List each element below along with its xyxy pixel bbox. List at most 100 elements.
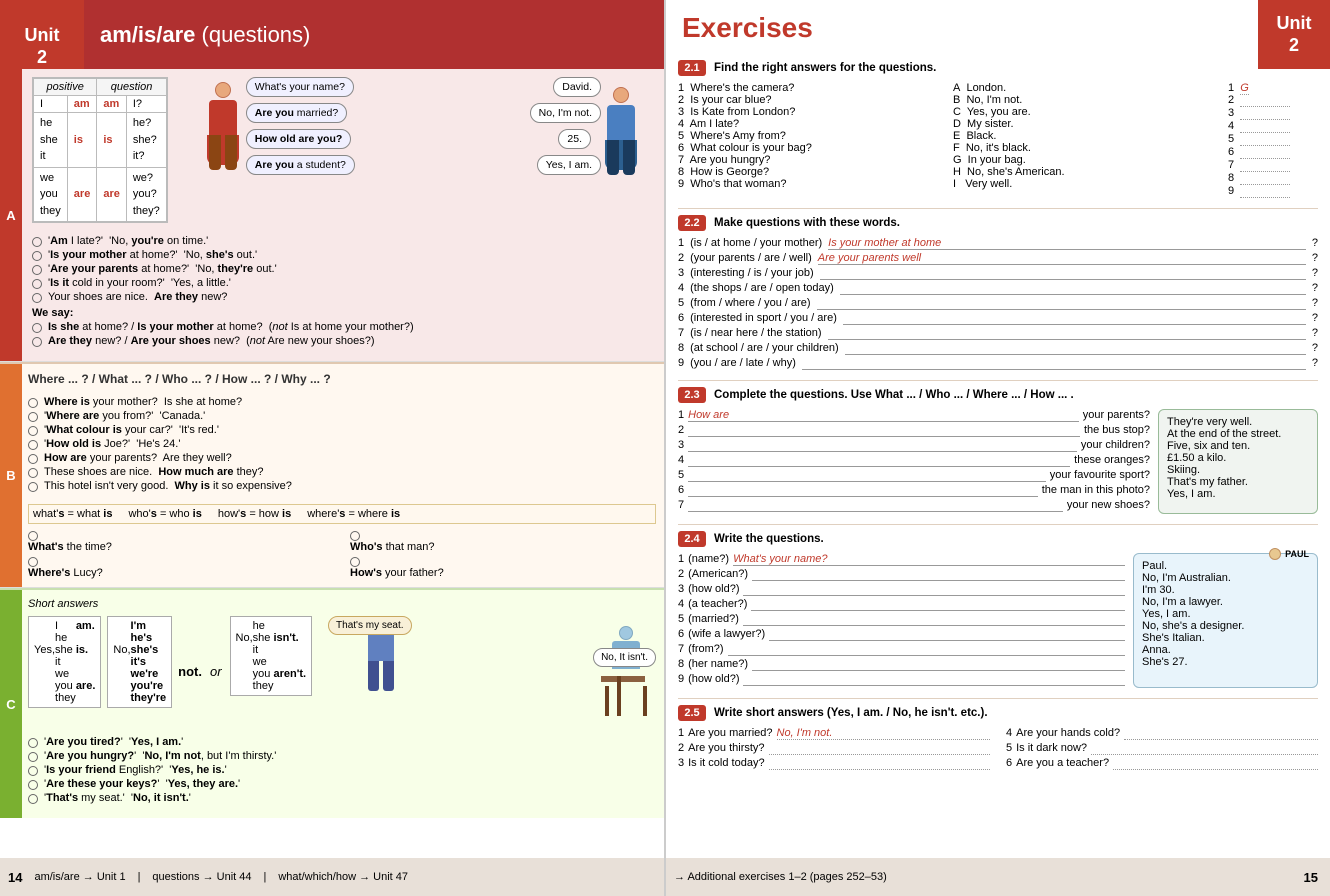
c-bullet-3: [28, 766, 38, 776]
paul-response: Anna.: [1142, 644, 1309, 656]
bubble-25: 25.: [558, 129, 591, 149]
fill-item: 6: [1228, 146, 1318, 159]
ex-2-4-instruction: Write the questions.: [714, 533, 824, 545]
ex-num-2-4: 2.4: [678, 531, 706, 547]
no-table-1: I'm he's No,she's it's we're you're they…: [107, 616, 172, 708]
response: £1.50 a kilo.: [1167, 452, 1309, 464]
b-note-2: 'Where are you from?' 'Canada.': [28, 410, 656, 422]
ex-2-3-item-3: 3 your children?: [678, 439, 1150, 452]
b-bullet-3: [28, 426, 38, 436]
section-a-wesay-2: Are they new? / Are your shoes new? (not…: [32, 335, 656, 347]
verb-are: are: [67, 167, 97, 222]
ex-2-5-item-3: 3 Is it cold today?: [678, 757, 990, 770]
unit-badge-right: Unit 2: [1258, 0, 1330, 69]
ex-2-4-content: 1 (name?) What's your name? 2 (American?…: [678, 553, 1318, 688]
ex-2-1-questions: 1 Where's the camera? 2 Is your car blue…: [678, 82, 945, 198]
bubble-how-old: How old are you?: [246, 129, 352, 149]
paul-response: No, I'm a lawyer.: [1142, 596, 1309, 608]
response: Yes, I am.: [1167, 488, 1309, 500]
exercise-2-1: 2.1 Find the right answers for the quest…: [678, 60, 1318, 198]
ex-2-2-items: 1 (is / at home / your mother) Is your m…: [678, 237, 1318, 370]
ex-2-4-paul-box: PAUL Paul. No, I'm Australian. I'm 30. N…: [1133, 553, 1318, 688]
ex-2-2-item-4: 4 (the shops / are / open today) ?: [678, 282, 1318, 295]
right-page: Exercises Unit 2 2.1 Find the right answ…: [666, 0, 1330, 896]
q-item: 8 How is George?: [678, 166, 945, 178]
q-item: 1 Where's the camera?: [678, 82, 945, 94]
exercises-content: 2.1 Find the right answers for the quest…: [678, 60, 1318, 858]
ex-2-2-item-8: 8 (at school / are / your children) ?: [678, 342, 1318, 355]
positive-header: positive: [34, 79, 97, 96]
bottom-bar-left: 14 am/is/are → Unit 1 | questions → Unit…: [0, 858, 664, 896]
paul-response: No, I'm Australian.: [1142, 572, 1309, 584]
ex-2-4-item-7: 7 (from?): [678, 643, 1125, 656]
bullet-5: [32, 293, 42, 303]
c-note-4: 'Are these your keys?' 'Yes, they are.': [28, 778, 656, 790]
no-table-2: he No,sheisn't. it we youaren't. they: [230, 616, 313, 696]
ex-2-5-item-2: 2 Are you thirsty?: [678, 742, 990, 755]
ex-2-4-item-9: 9 (how old?): [678, 673, 1125, 686]
bubble-yes-iam: Yes, I am.: [537, 155, 601, 175]
fill-item: 2: [1228, 94, 1318, 107]
b-bullet-4: [28, 440, 38, 450]
or-label: or: [210, 664, 222, 679]
exercises-title: Exercises: [682, 12, 813, 44]
seat-bubble-1: That's my seat.: [328, 616, 412, 635]
ex-2-4-item-5: 5 (married?): [678, 613, 1125, 626]
additional-exercises: → Additional exercises 1–2 (pages 252–53…: [674, 871, 887, 883]
b-bullet-6: [28, 468, 38, 478]
c-bullet-1: [28, 738, 38, 748]
q-verb-am: am: [97, 96, 127, 113]
b-note-5: How are your parents? Are they well?: [28, 452, 656, 464]
b-cbullet-4: [350, 557, 360, 567]
unit-label-right: Unit: [1277, 13, 1312, 35]
bubble-no-im-not: No, I'm not.: [530, 103, 601, 123]
ex-2-1-fill: 1 G 2 3 4 5 6 7 8 9: [1228, 82, 1318, 198]
b-note-1: Where is your mother? Is she at home?: [28, 396, 656, 408]
bottom-link-1: am/is/are → Unit 1: [34, 871, 125, 883]
c-bullet-2: [28, 752, 38, 762]
section-a-label: A: [0, 69, 22, 361]
exercise-2-3: 2.3 Complete the questions. Use What ...…: [678, 380, 1318, 514]
q-item: 6 What colour is your bag?: [678, 142, 945, 154]
q-verb-are: are: [97, 167, 127, 222]
content-area: A positive question I: [0, 69, 664, 856]
b-bullet-7: [28, 482, 38, 492]
ex-2-4-item-1: 1 (name?) What's your name?: [678, 553, 1125, 566]
verb-am: am: [67, 96, 97, 113]
response: At the end of the street.: [1167, 428, 1309, 440]
short-answers-header: Short answers: [28, 598, 656, 610]
a-item: H No, she's American.: [953, 166, 1220, 178]
not-label: not.: [178, 664, 202, 679]
page-number-right: 15: [1304, 870, 1318, 885]
b-bullet-5: [28, 454, 38, 464]
b-contr-4: How's your father?: [350, 555, 656, 579]
ex-2-4-item-6: 6 (wife a lawyer?): [678, 628, 1125, 641]
a-item: A London.: [953, 82, 1220, 94]
ex-2-2-item-5: 5 (from / where / you / are) ?: [678, 297, 1318, 310]
fill-item: 3: [1228, 107, 1318, 120]
ex-2-3-header: 2.3 Complete the questions. Use What ...…: [678, 387, 1318, 403]
bubble-david: David.: [553, 77, 601, 97]
ex-2-5-right: 4 Are your hands cold? 5 Is it dark now?…: [1006, 727, 1318, 772]
page-number-left: 14: [8, 870, 22, 885]
ex-2-3-instruction: Complete the questions. Use What ... / W…: [714, 389, 1074, 401]
ex-2-5-item-6: 6 Are you a teacher?: [1006, 757, 1318, 770]
ex-2-2-item-9: 9 (you / are / late / why) ?: [678, 357, 1318, 370]
ex-2-3-item-2: 2 the bus stop?: [678, 424, 1150, 437]
q-verb-is: is: [97, 113, 127, 168]
b-bullet-1: [28, 398, 38, 408]
q-item: 4 Am I late?: [678, 118, 945, 130]
ex-2-2-item-7: 7 (is / near here / the station) ?: [678, 327, 1318, 340]
bullet-ws2: [32, 337, 42, 347]
b-bullet-2: [28, 412, 38, 422]
bottom-link-2: questions → Unit 44: [152, 871, 251, 883]
b-cbullet-1: [28, 531, 38, 541]
section-b: B Where ... ? / What ... ? / Who ... ? /…: [0, 362, 664, 588]
ex-2-3-item-7: 7 your new shoes?: [678, 499, 1150, 512]
ex-2-1-answers: A London. B No, I'm not. C Yes, you are.…: [953, 82, 1220, 198]
fill-item: 4: [1228, 120, 1318, 133]
c-note-1: 'Are you tired?' 'Yes, I am.': [28, 736, 656, 748]
ex-2-3-item-4: 4 these oranges?: [678, 454, 1150, 467]
section-a-wesay-1: Is she at home? / Is your mother at home…: [32, 321, 656, 333]
ex-num-2-2: 2.2: [678, 215, 706, 231]
